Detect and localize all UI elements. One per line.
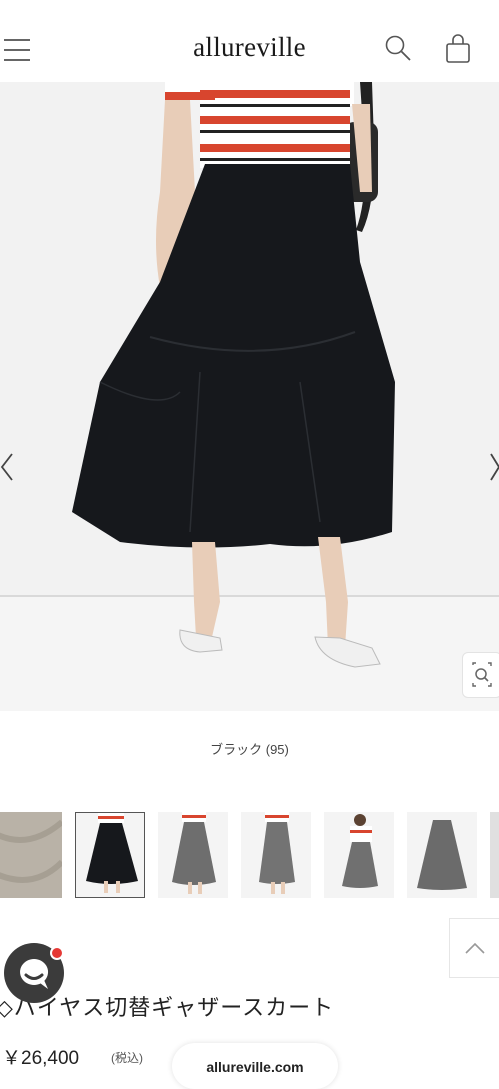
thumbnail-strip xyxy=(0,812,499,900)
thumbnail-black[interactable] xyxy=(75,812,145,898)
thumbnail-gray-1[interactable] xyxy=(158,812,228,898)
search-button[interactable] xyxy=(383,33,413,63)
search-icon xyxy=(385,35,411,61)
thumbnail-gray-2[interactable] xyxy=(241,812,311,898)
browser-address-pill[interactable]: allureville.com xyxy=(172,1043,338,1089)
color-label: ブラック (95) xyxy=(210,742,289,757)
product-price: ￥26,400 xyxy=(2,1048,80,1069)
thumbnail-fabric[interactable] xyxy=(0,812,62,898)
tax-note: (税込) xyxy=(111,1051,143,1065)
chevron-up-icon xyxy=(465,942,485,954)
site-logo[interactable]: allureville xyxy=(0,32,499,63)
fabric-swatch-image xyxy=(0,812,62,898)
black-skirt-thumb-image xyxy=(76,813,144,897)
thumbnail-image xyxy=(490,812,499,898)
previous-image-button[interactable] xyxy=(0,450,20,484)
notification-badge xyxy=(50,946,64,960)
product-photo xyxy=(0,82,499,711)
shopping-bag-icon xyxy=(446,34,470,63)
site-header: allureville xyxy=(0,0,499,86)
zoom-icon xyxy=(472,662,492,687)
chevron-left-icon xyxy=(0,453,13,481)
product-main-image[interactable] xyxy=(0,82,499,711)
gray-skirt-thumb-image xyxy=(324,812,394,898)
gray-skirt-flat-thumb-image xyxy=(407,812,477,898)
next-image-button[interactable] xyxy=(489,450,499,484)
gray-skirt-thumb-image xyxy=(158,812,228,898)
thumbnail-partial[interactable] xyxy=(490,812,499,898)
gray-skirt-thumb-image xyxy=(241,812,311,898)
zoom-button[interactable] xyxy=(462,652,499,698)
scroll-to-top-button[interactable] xyxy=(449,918,499,978)
chevron-right-icon xyxy=(490,453,499,481)
cart-button[interactable] xyxy=(444,34,472,64)
thumbnail-gray-3[interactable] xyxy=(324,812,394,898)
thumbnail-gray-flat[interactable] xyxy=(407,812,477,898)
